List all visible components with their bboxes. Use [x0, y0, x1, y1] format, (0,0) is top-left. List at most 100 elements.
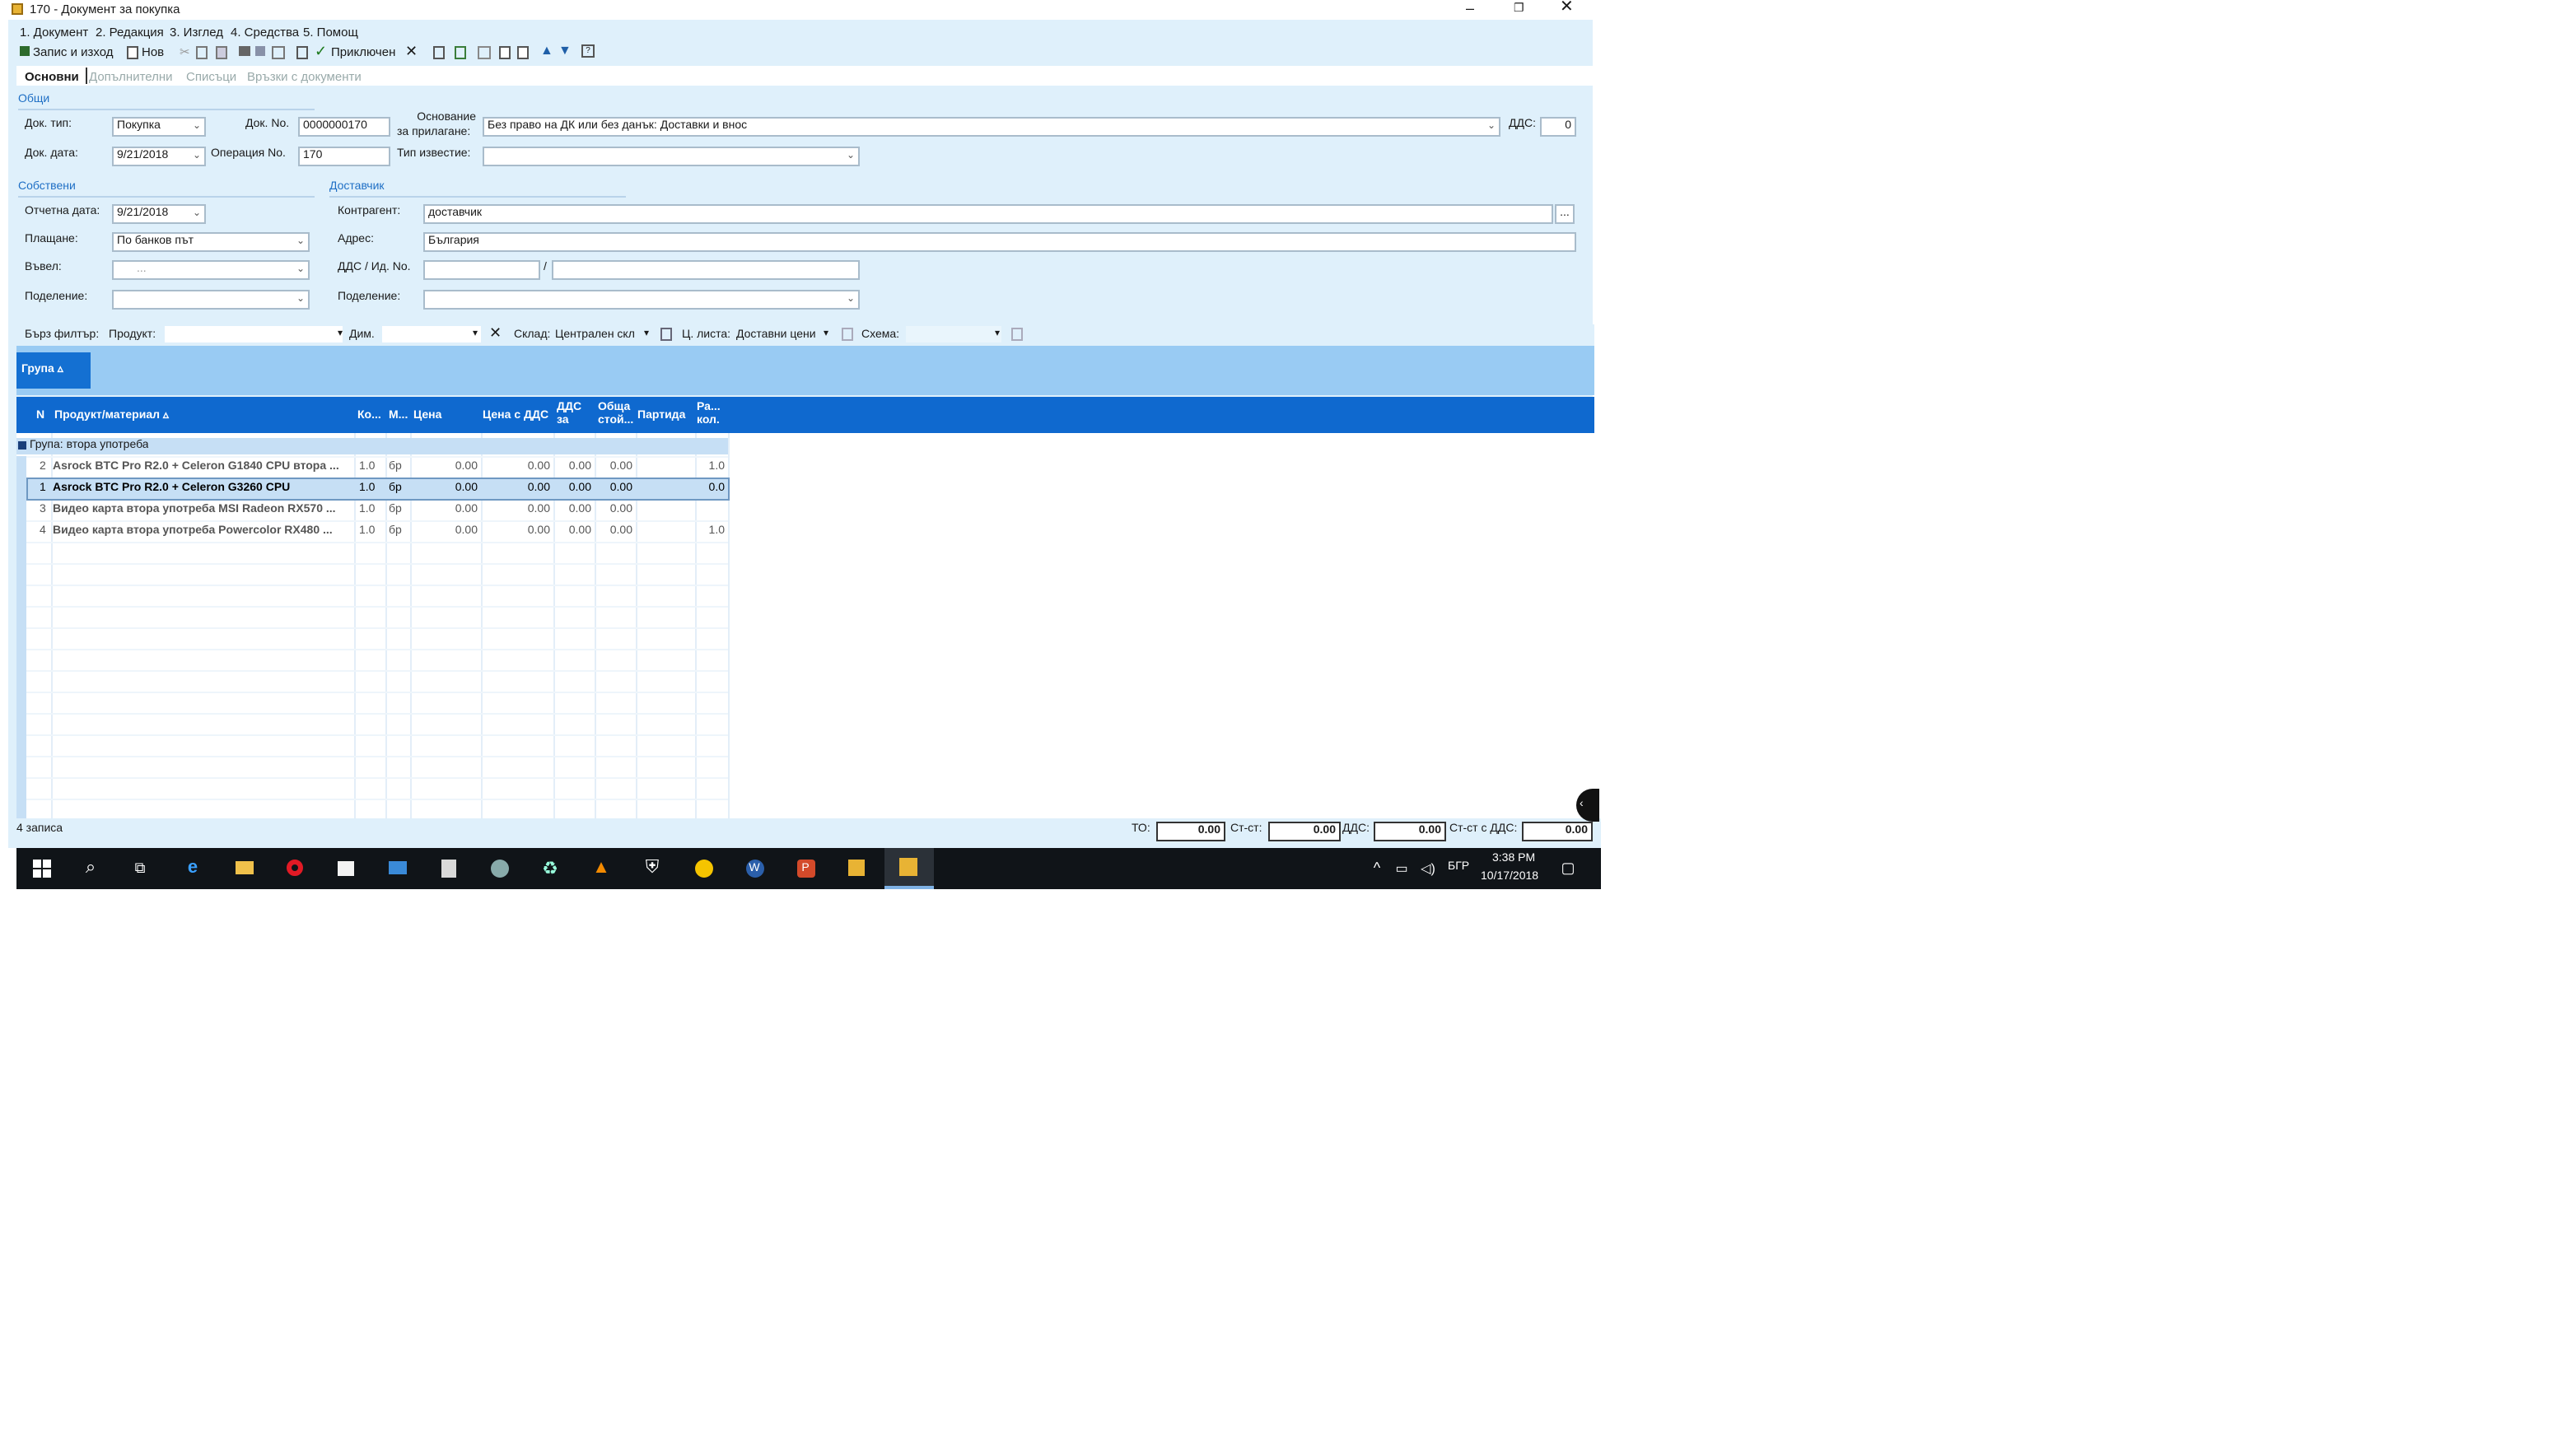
grid-icon[interactable]: [478, 46, 491, 59]
paste-icon[interactable]: [216, 46, 227, 59]
col-n[interactable]: N: [36, 410, 44, 423]
col-total[interactable]: Обща стой...: [598, 402, 637, 428]
copy-icon[interactable]: [196, 46, 208, 59]
warehouse-picker-icon[interactable]: [660, 328, 672, 341]
tab-doc-links[interactable]: Връзки с документи: [247, 69, 362, 84]
help-icon[interactable]: ?: [581, 44, 595, 58]
op-no-input[interactable]: 170: [298, 147, 390, 166]
vat-number-input[interactable]: [423, 260, 540, 280]
doc-type-select[interactable]: Покупка ⌄: [112, 117, 206, 137]
entered-by-select[interactable]: ... ⌄: [112, 260, 310, 280]
calculator-icon[interactable]: [436, 856, 460, 879]
menu-view[interactable]: 3. Изглед: [170, 25, 223, 40]
chrome-like-icon[interactable]: [692, 856, 715, 879]
arrow-up-icon[interactable]: ▲: [540, 43, 553, 58]
tab-additional[interactable]: Допълнителни: [89, 69, 173, 84]
doc-date-picker[interactable]: 9/21/2018 ⌄: [112, 147, 206, 166]
group-by-tag[interactable]: Група ▵: [16, 352, 91, 389]
supplier-division-select[interactable]: ⌄: [423, 290, 860, 310]
report-date-picker[interactable]: 9/21/2018 ⌄: [112, 204, 206, 224]
payment-select[interactable]: По банков път ⌄: [112, 232, 310, 252]
page-copy-icon[interactable]: [517, 46, 529, 59]
language-indicator[interactable]: БГР: [1448, 861, 1469, 873]
sticky-notes-icon[interactable]: [845, 856, 868, 879]
table-icon[interactable]: [455, 46, 466, 59]
menu-document[interactable]: 1. Документ: [20, 25, 88, 40]
col-product[interactable]: Продукт/материал ▵: [54, 410, 169, 423]
presentation-icon[interactable]: P: [794, 856, 817, 879]
vlc-player-icon[interactable]: ▲: [590, 856, 613, 879]
col-vat[interactable]: ДДС за: [557, 402, 586, 428]
doc-no-input[interactable]: 0000000170: [298, 117, 390, 137]
schema-input[interactable]: [906, 326, 1001, 342]
menu-edit[interactable]: 2. Редакция: [96, 25, 164, 40]
opera-browser-icon[interactable]: [283, 856, 306, 879]
col-qty[interactable]: Ко...: [357, 410, 381, 423]
product-filter-input[interactable]: [165, 326, 343, 342]
chevron-down-icon[interactable]: ▾: [644, 328, 649, 339]
address-input[interactable]: България: [423, 232, 1576, 252]
chevron-down-icon[interactable]: ▾: [995, 328, 1000, 339]
start-windows-icon[interactable]: [30, 856, 53, 879]
search-icon[interactable]: ⌕: [79, 856, 102, 879]
col-extra[interactable]: Ра... кол.: [697, 402, 726, 428]
own-division-select[interactable]: ⌄: [112, 290, 310, 310]
price-list-picker-icon[interactable]: [842, 328, 853, 341]
col-unit[interactable]: М...: [389, 410, 408, 423]
vat-input[interactable]: 0: [1540, 117, 1576, 137]
price-list-value[interactable]: Доставни цени: [736, 329, 816, 341]
tab-main[interactable]: Основни: [25, 69, 79, 84]
arrow-down-icon[interactable]: ▼: [558, 43, 572, 58]
chevron-down-icon[interactable]: ▾: [338, 328, 343, 339]
security-shield-icon[interactable]: ⛨: [641, 856, 664, 879]
group-row[interactable]: Група: втора употреба: [16, 438, 728, 454]
clock-time[interactable]: 3:38 PM: [1492, 853, 1535, 864]
save-exit-button[interactable]: Запис и изход: [33, 44, 114, 59]
contractor-browse-button[interactable]: ...: [1555, 204, 1575, 224]
task-view-icon[interactable]: ⧉: [128, 856, 152, 879]
document-edit-icon[interactable]: [296, 46, 308, 59]
id-number-input[interactable]: [552, 260, 860, 280]
remote-desktop-icon[interactable]: [385, 856, 408, 879]
cancel-x-icon[interactable]: ✕: [405, 43, 418, 61]
notifications-icon[interactable]: ▢: [1556, 856, 1580, 879]
warehouse-value[interactable]: Централен скл: [555, 329, 641, 341]
chevron-up-icon[interactable]: ^: [1365, 856, 1388, 879]
notice-type-select[interactable]: ⌄: [483, 147, 860, 166]
recycle-icon[interactable]: ♻: [539, 856, 562, 879]
tab-lists[interactable]: Списъци: [186, 69, 236, 84]
menu-tools[interactable]: 4. Средства: [231, 25, 299, 40]
file-explorer-icon[interactable]: [232, 856, 255, 879]
col-price-vat[interactable]: Цена с ДДС: [483, 410, 548, 423]
print-preview-icon[interactable]: [255, 46, 265, 56]
network-icon[interactable]: ▭: [1390, 856, 1413, 879]
maximize-icon[interactable]: ❐: [1514, 2, 1524, 15]
menu-help[interactable]: 5. Помощ: [303, 25, 358, 40]
dim-filter-input[interactable]: [382, 326, 481, 342]
minimize-icon[interactable]: –: [1466, 0, 1474, 16]
col-price[interactable]: Цена: [413, 410, 441, 423]
network-tool-icon[interactable]: [488, 856, 511, 879]
clear-filter-icon[interactable]: ✕: [489, 324, 502, 342]
contractor-input[interactable]: доставчик: [423, 204, 1553, 224]
volume-icon[interactable]: ◁): [1416, 856, 1440, 879]
cut-icon[interactable]: ✂: [180, 44, 190, 59]
chevron-down-icon[interactable]: ▾: [473, 328, 478, 339]
store-icon[interactable]: [334, 856, 357, 879]
calendar-icon[interactable]: [433, 46, 445, 59]
page-icon[interactable]: [499, 46, 511, 59]
word-icon[interactable]: W: [743, 856, 766, 879]
print-icon[interactable]: [239, 46, 250, 56]
clock-date[interactable]: 10/17/2018: [1481, 871, 1538, 883]
schema-picker-icon[interactable]: [1011, 328, 1023, 341]
col-batch[interactable]: Партида: [637, 410, 685, 423]
edge-browser-icon[interactable]: e: [181, 856, 204, 879]
attached-button[interactable]: Приключен: [331, 44, 395, 59]
chevron-down-icon[interactable]: ▾: [824, 328, 828, 339]
collapse-icon[interactable]: [18, 441, 26, 450]
active-app-button[interactable]: [884, 848, 934, 889]
new-button[interactable]: Нов: [142, 44, 164, 59]
basis-select[interactable]: Без право на ДК или без данък: Доставки …: [483, 117, 1500, 137]
close-icon[interactable]: ✕: [1560, 0, 1574, 16]
export-icon[interactable]: [272, 46, 285, 59]
